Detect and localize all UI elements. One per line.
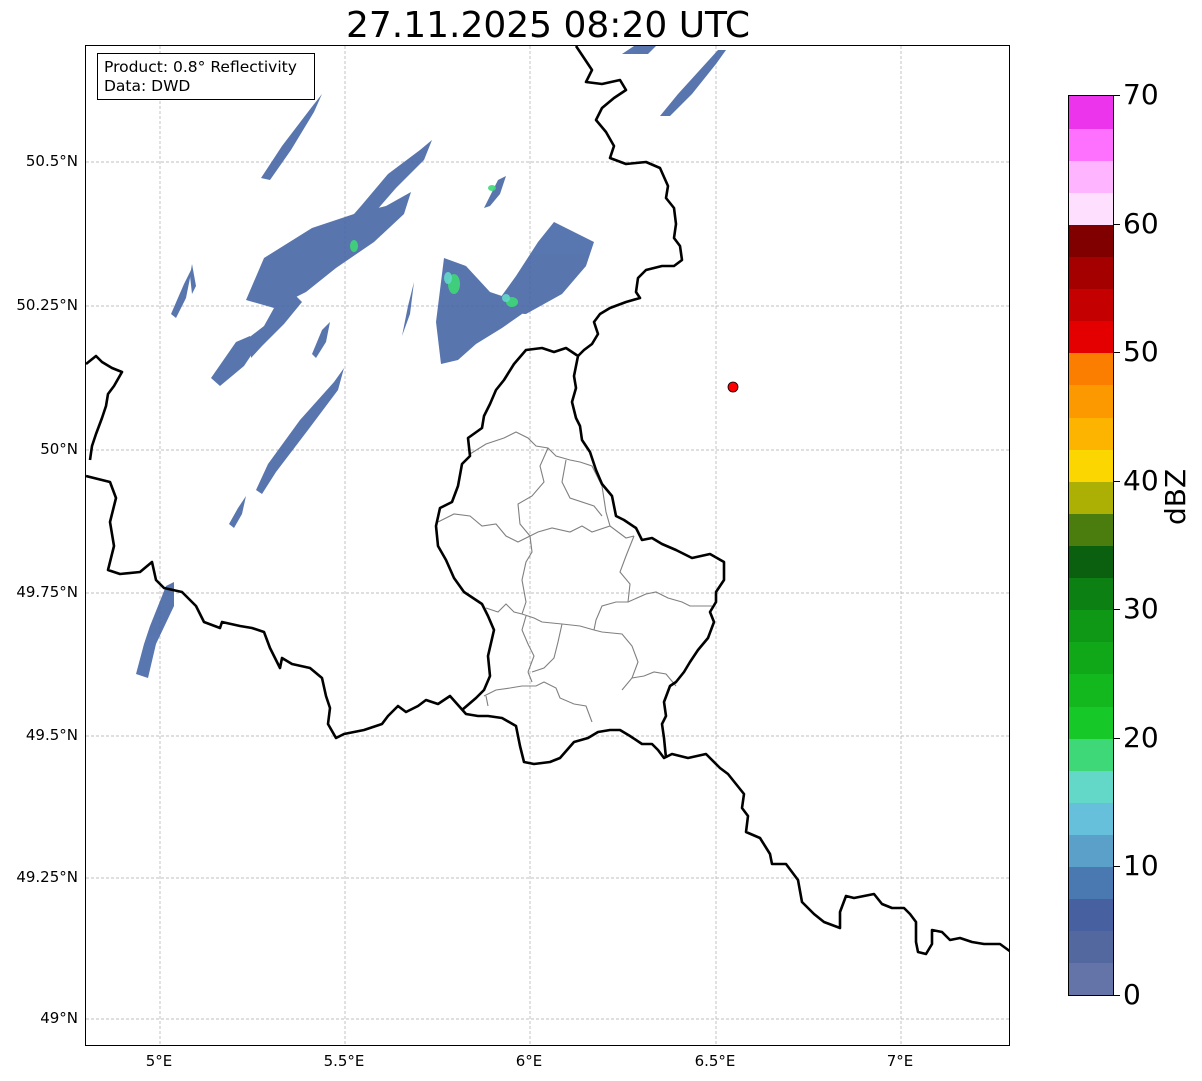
colorbar-tick-label: 30 [1123, 592, 1159, 625]
colorbar-segment [1069, 256, 1113, 290]
colorbar-tick [1113, 481, 1120, 482]
colorbar-segment [1069, 609, 1113, 643]
product-info-box: Product: 0.8° Reflectivity Data: DWD [97, 53, 315, 100]
colorbar-segment [1069, 352, 1113, 386]
colorbar-segment [1069, 449, 1113, 482]
colorbar-segment [1069, 320, 1113, 354]
colorbar-segment [1069, 673, 1113, 707]
colorbar-tick-label: 0 [1123, 978, 1141, 1011]
colorbar-tick [1113, 224, 1120, 225]
colorbar-segment [1069, 706, 1113, 739]
colorbar-segment [1069, 513, 1113, 546]
colorbar-tick [1113, 609, 1120, 610]
colorbar-tick-label: 60 [1123, 207, 1159, 240]
colorbar-segment [1069, 641, 1113, 675]
colorbar-tick [1113, 866, 1120, 867]
colorbar-segment [1069, 930, 1113, 964]
national-borders [86, 46, 1009, 956]
colorbar-tick-label: 10 [1123, 849, 1159, 882]
lon-label: 5.5°E [323, 1052, 365, 1070]
colorbar-segment [1069, 866, 1113, 900]
colorbar-segment [1069, 834, 1113, 868]
radar-echoes [136, 46, 726, 678]
colorbar-tick-label: 70 [1123, 78, 1159, 111]
colorbar-segment [1069, 224, 1113, 258]
colorbar-segment [1069, 128, 1113, 161]
colorbar-segment [1069, 481, 1113, 514]
lat-label: 50.5°N [25, 152, 78, 170]
lon-label: 5°E [145, 1052, 173, 1070]
colorbar-unit-label: dBZ [1159, 468, 1192, 525]
lon-label: 7°E [886, 1052, 914, 1070]
colorbar-segment [1069, 160, 1113, 193]
colorbar-tick-label: 40 [1123, 464, 1159, 497]
radar-map [86, 46, 1009, 1045]
colorbar-tick [1113, 95, 1120, 96]
colorbar-segment [1069, 577, 1113, 611]
colorbar-tick-label: 20 [1123, 721, 1159, 754]
colorbar-segment [1069, 192, 1113, 225]
lon-label: 6.5°E [694, 1052, 736, 1070]
lat-label: 50.25°N [16, 296, 78, 314]
product-label: Product: 0.8° Reflectivity [104, 58, 297, 76]
colorbar-segment [1069, 738, 1113, 771]
colorbar-tick [1113, 738, 1120, 739]
colorbar [1068, 95, 1114, 996]
colorbar-segment [1069, 962, 1113, 996]
colorbar-segment [1069, 545, 1113, 579]
colorbar-segment [1069, 770, 1113, 803]
map-title: 27.11.2025 08:20 UTC [345, 5, 751, 46]
colorbar-segment [1069, 802, 1113, 835]
colorbar-tick [1113, 995, 1120, 996]
lat-label: 49.25°N [16, 868, 78, 886]
radar-site-marker [727, 381, 739, 393]
colorbar-segment [1069, 898, 1113, 932]
colorbar-segment [1069, 288, 1113, 322]
lon-label: 6°E [515, 1052, 543, 1070]
data-source-label: Data: DWD [104, 77, 191, 95]
colorbar-segment [1069, 96, 1113, 129]
lat-label: 49.5°N [25, 726, 78, 744]
colorbar-tick-label: 50 [1123, 335, 1159, 368]
district-boundaries [437, 431, 712, 723]
map-panel[interactable] [85, 45, 1010, 1046]
lat-label: 49.75°N [16, 583, 78, 601]
lat-label: 49°N [40, 1009, 78, 1027]
lat-label: 50°N [40, 440, 78, 458]
colorbar-segment [1069, 417, 1113, 450]
gridlines [86, 46, 1009, 1045]
colorbar-tick [1113, 352, 1120, 353]
colorbar-segment [1069, 384, 1113, 418]
